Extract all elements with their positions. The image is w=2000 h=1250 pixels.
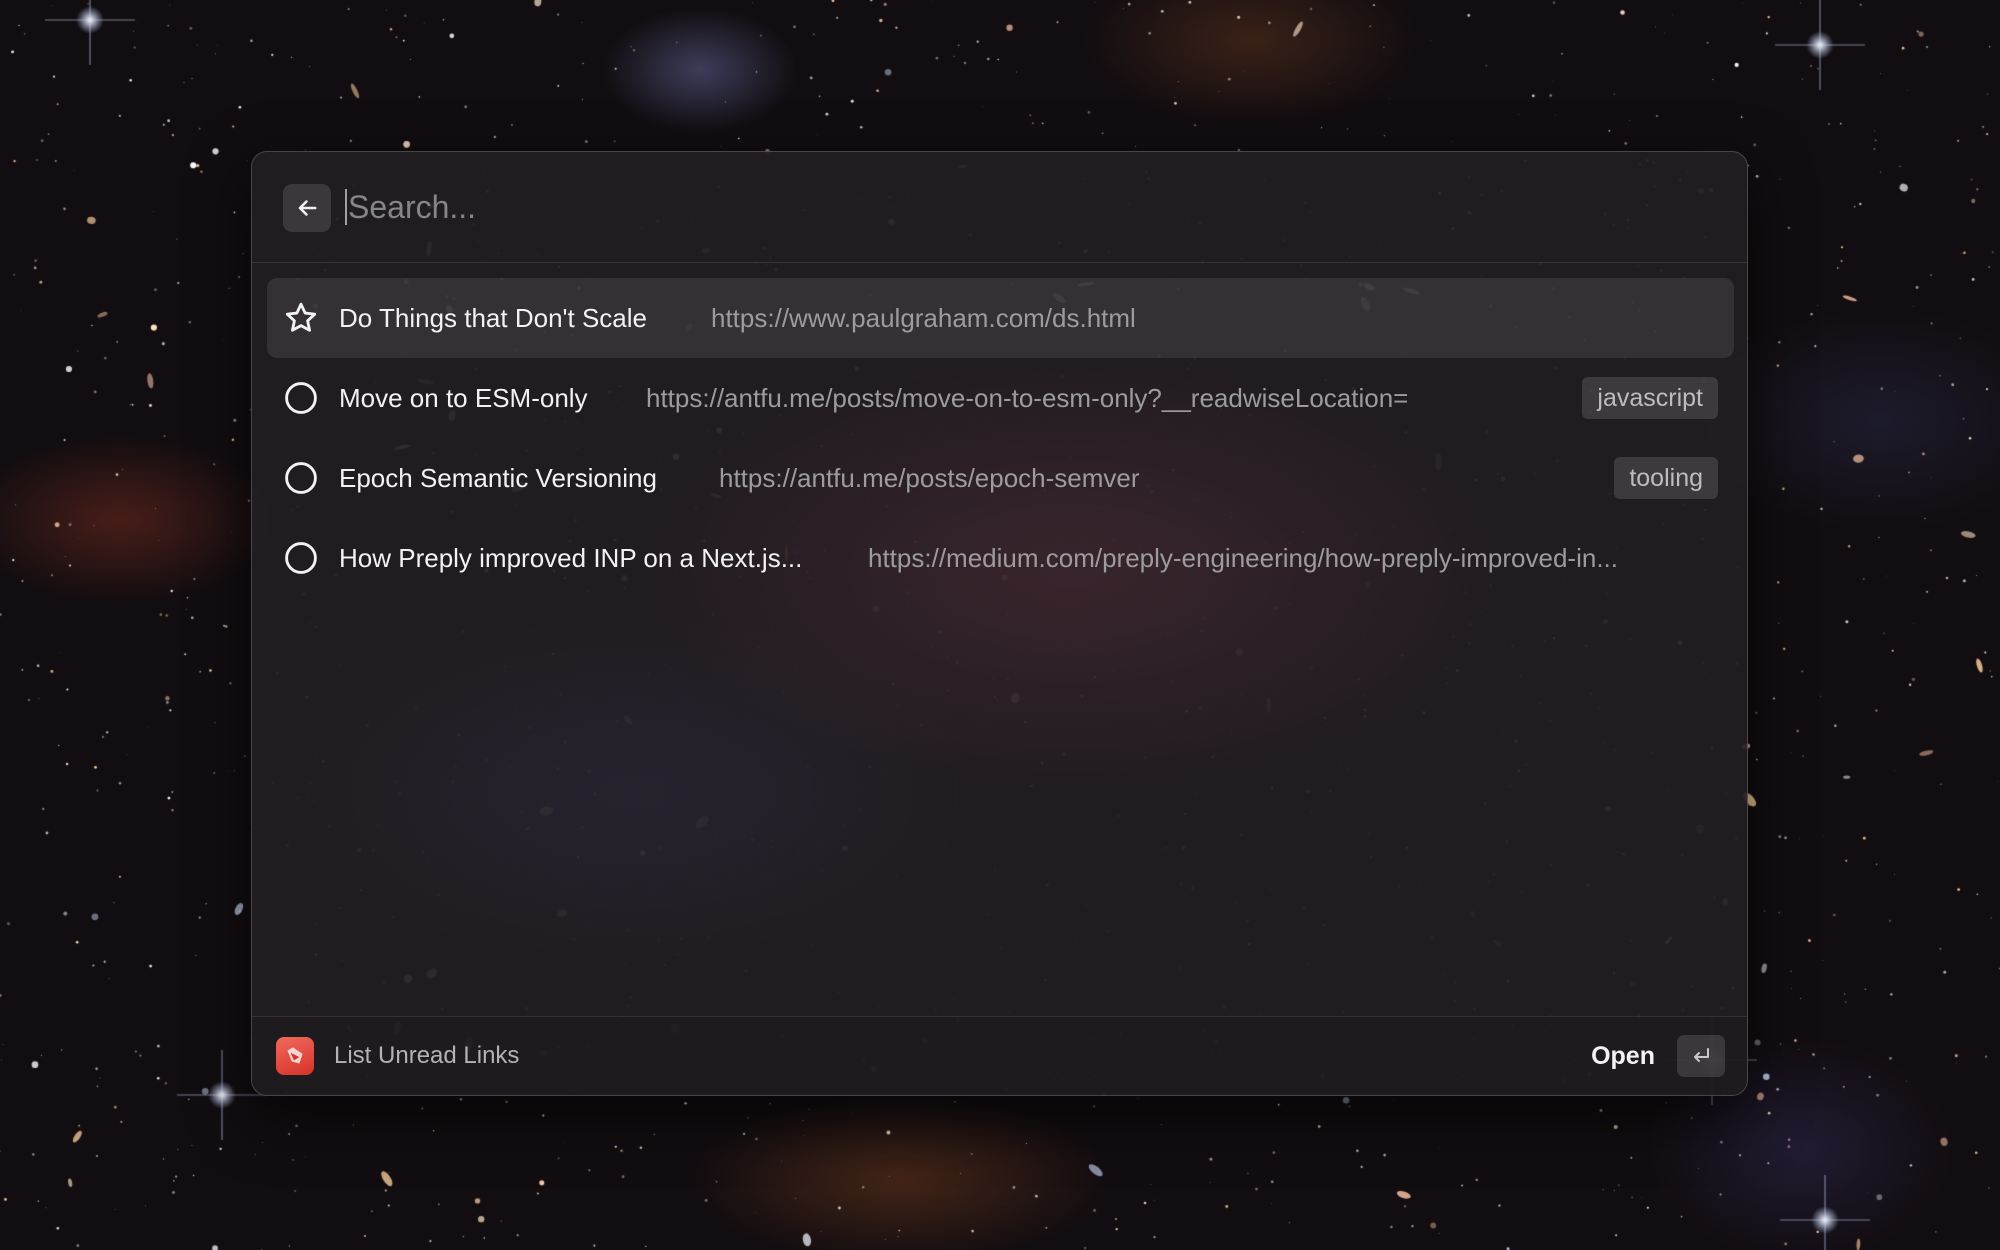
text-cursor	[345, 189, 347, 225]
list-item[interactable]: Move on to ESM-only https://antfu.me/pos…	[267, 358, 1734, 438]
list-item[interactable]: How Preply improved INP on a Next.js... …	[267, 518, 1734, 598]
action-bar: List Unread Links Open	[252, 1016, 1747, 1095]
circle-icon	[282, 459, 320, 497]
return-key-icon	[1694, 1048, 1709, 1062]
arrow-left-icon	[298, 200, 317, 216]
item-title: Do Things that Don't Scale	[339, 303, 647, 333]
list-item[interactable]: Epoch Semantic Versioning https://antfu.…	[267, 438, 1734, 518]
search-bar	[252, 152, 1747, 263]
search-input[interactable]	[348, 182, 1648, 232]
back-button[interactable]	[283, 184, 331, 232]
open-action-button[interactable]: Open	[1591, 1017, 1655, 1095]
item-title: How Preply improved INP on a Next.js...	[339, 543, 803, 573]
command-window: Do Things that Don't Scale https://www.p…	[251, 151, 1748, 1096]
item-title: Move on to ESM-only	[339, 383, 588, 413]
item-url: https://antfu.me/posts/epoch-semver	[719, 463, 1140, 493]
tag-badge: tooling	[1614, 457, 1718, 499]
tag-badge: javascript	[1582, 377, 1718, 419]
circle-icon	[282, 379, 320, 417]
readwise-icon	[276, 1037, 314, 1075]
item-url: https://medium.com/preply-engineering/ho…	[868, 543, 1618, 573]
list-item[interactable]: Do Things that Don't Scale https://www.p…	[267, 278, 1734, 358]
star-icon	[282, 299, 320, 337]
item-title: Epoch Semantic Versioning	[339, 463, 657, 493]
circle-icon	[282, 539, 320, 577]
item-url: https://www.paulgraham.com/ds.html	[711, 303, 1136, 333]
enter-key-button[interactable]	[1677, 1035, 1725, 1077]
links-list: Do Things that Don't Scale https://www.p…	[267, 278, 1734, 598]
command-title: List Unread Links	[334, 1042, 520, 1069]
item-url: https://antfu.me/posts/move-on-to-esm-on…	[646, 383, 1409, 413]
